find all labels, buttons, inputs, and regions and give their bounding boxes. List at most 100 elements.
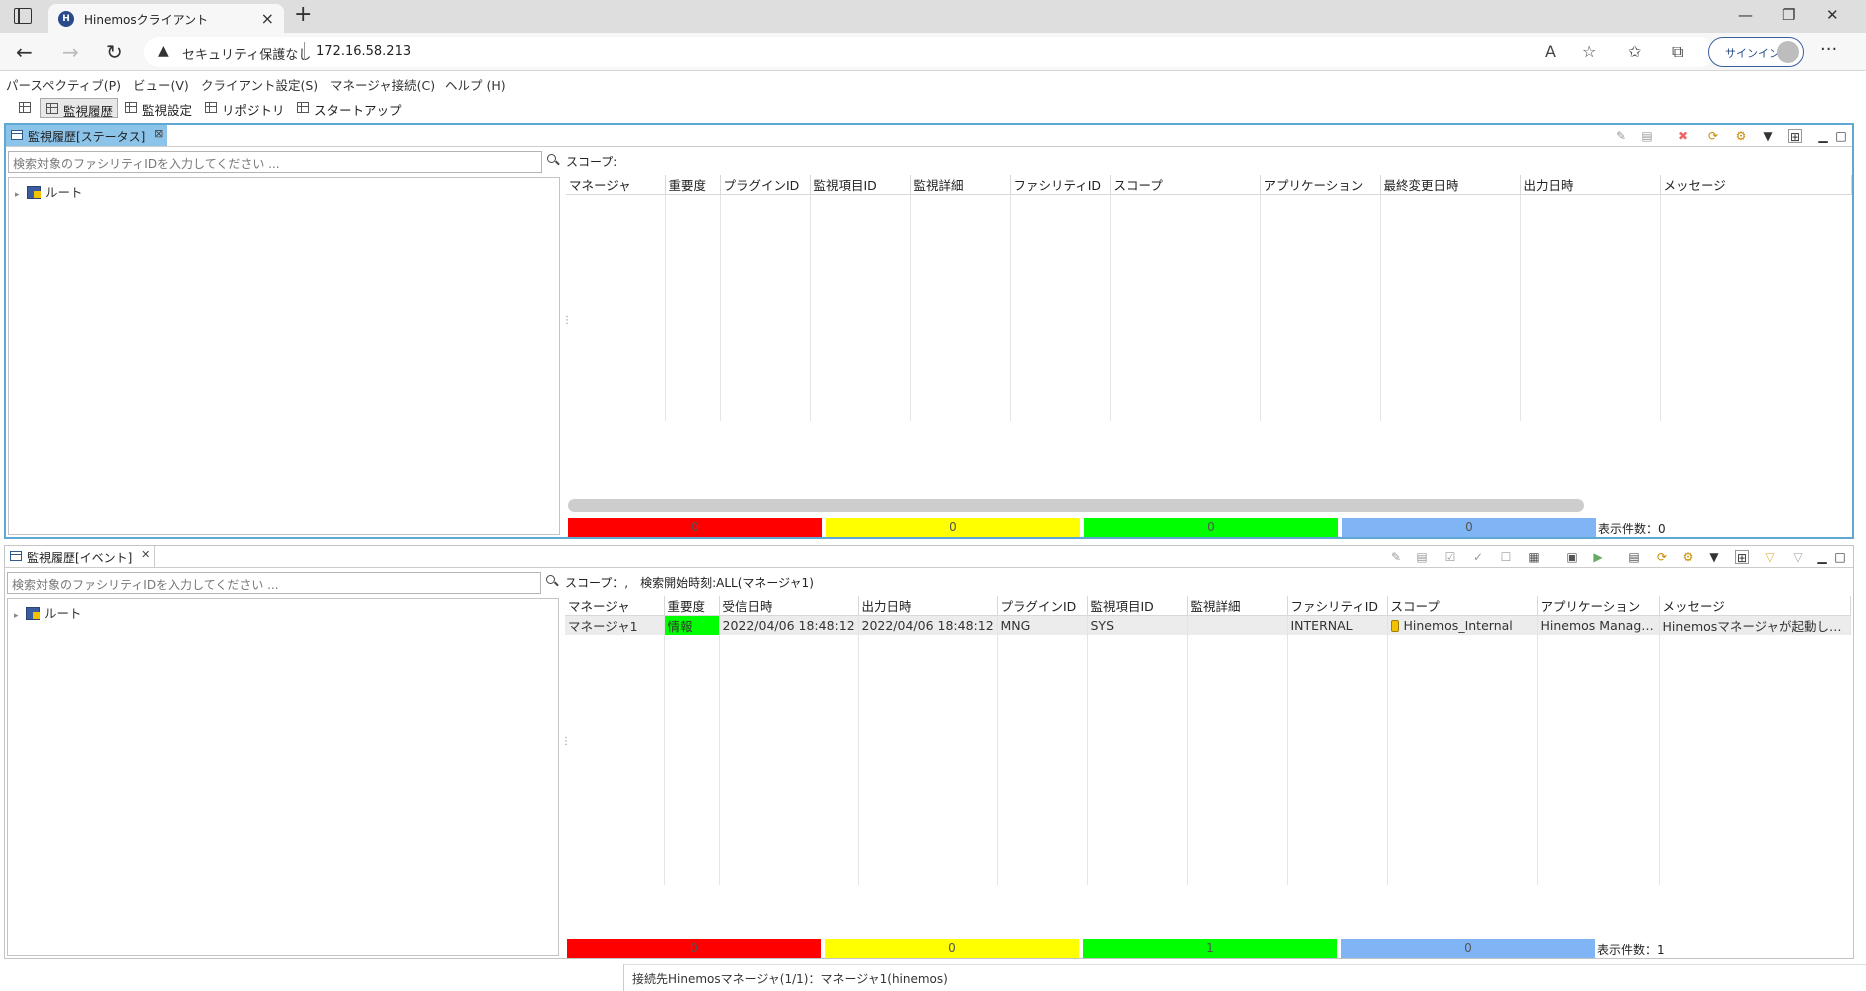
tree-node-root[interactable]: ▸ ルート bbox=[14, 603, 82, 622]
column-header[interactable]: メッセージ bbox=[1659, 596, 1851, 616]
perspective-monitor-history[interactable]: 監視履歴 bbox=[40, 98, 119, 119]
browser-tab-title: Hinemosクライアント bbox=[84, 13, 209, 27]
column-header[interactable]: 重要度 bbox=[665, 175, 721, 195]
column-header[interactable]: 監視項目ID bbox=[1087, 596, 1188, 616]
delete-icon[interactable]: ✖ bbox=[1676, 129, 1690, 143]
security-status[interactable]: セキュリティ保護なし bbox=[182, 44, 311, 63]
scope-tree-toggle-icon[interactable]: ⊞ bbox=[1788, 129, 1802, 144]
refresh-icon[interactable]: ⟳ bbox=[1655, 550, 1669, 564]
expand-arrow-icon[interactable]: ▸ bbox=[14, 611, 24, 621]
column-header[interactable]: スコープ bbox=[1387, 596, 1538, 616]
table-row[interactable]: マネージャ1 情報 2022/04/06 18:48:12 2022/04/06… bbox=[565, 615, 1851, 635]
more-options-icon[interactable]: ··· bbox=[1820, 39, 1837, 60]
expand-arrow-icon[interactable]: ▸ bbox=[15, 190, 25, 200]
maximize-view-icon[interactable]: □ bbox=[1833, 550, 1847, 564]
column-header[interactable]: スコープ bbox=[1110, 175, 1261, 195]
browser-tab[interactable]: H Hinemosクライアント × bbox=[48, 4, 284, 33]
menu-client-settings[interactable]: クライアント設定(S) bbox=[201, 75, 318, 94]
facility-search-input[interactable]: 検索対象のファシリティIDを入力してください ... bbox=[7, 572, 541, 594]
unconfirm-icon[interactable]: ☐ bbox=[1499, 550, 1513, 564]
column-header[interactable]: メッセージ bbox=[1660, 175, 1852, 195]
event-total-count: 表示件数：1 bbox=[1597, 943, 1665, 957]
column-header[interactable]: 出力日時 bbox=[858, 596, 998, 616]
check-icon[interactable]: ✓ bbox=[1471, 550, 1485, 564]
column-header[interactable]: 出力日時 bbox=[1520, 175, 1661, 195]
column-header[interactable]: プラグインID bbox=[720, 175, 811, 195]
column-header[interactable]: アプリケーション bbox=[1537, 596, 1660, 616]
scope-tree[interactable]: ▸ ルート bbox=[8, 177, 560, 535]
search-icon[interactable] bbox=[545, 574, 559, 588]
edit-icon[interactable]: ✎ bbox=[1389, 550, 1403, 564]
collections-icon[interactable]: ⧉ bbox=[1672, 42, 1683, 62]
close-tab-icon[interactable]: × bbox=[261, 9, 274, 28]
filter-icon[interactable]: ▼ bbox=[1761, 129, 1775, 143]
close-window-icon[interactable]: ✕ bbox=[1826, 6, 1839, 24]
auto-refresh-icon[interactable]: ⚙ bbox=[1734, 129, 1748, 143]
restore-window-icon[interactable]: ❐ bbox=[1782, 6, 1795, 24]
facility-search-input[interactable]: 検索対象のファシリティIDを入力してください ... bbox=[8, 151, 542, 173]
column-header[interactable]: ファシリティID bbox=[1010, 175, 1111, 195]
refresh-icon[interactable]: ⟳ bbox=[1706, 129, 1720, 143]
details-icon[interactable]: ▤ bbox=[1640, 129, 1654, 143]
column-header[interactable]: マネージャ bbox=[565, 596, 665, 616]
reload-icon[interactable]: ↻ bbox=[106, 40, 123, 64]
menu-help[interactable]: ヘルプ (H) bbox=[445, 75, 506, 94]
menu-view[interactable]: ビュー(V) bbox=[133, 75, 189, 94]
close-view-icon[interactable]: ⊠ bbox=[154, 127, 163, 140]
perspective-monitor-settings[interactable]: 監視設定 bbox=[120, 98, 196, 118]
event-table[interactable]: マネージャ 重要度 受信日時 出力日時 プラグインID 監視項目ID 監視詳細 … bbox=[565, 596, 1851, 635]
scope-tree[interactable]: ▸ ルート bbox=[7, 598, 559, 956]
column-header[interactable]: 重要度 bbox=[664, 596, 720, 616]
columns-icon[interactable]: ▤ bbox=[1627, 550, 1641, 564]
edit-icon[interactable]: ✎ bbox=[1614, 129, 1628, 143]
maximize-view-icon[interactable]: □ bbox=[1834, 129, 1848, 143]
confirm-icon[interactable]: ☑ bbox=[1443, 550, 1457, 564]
scope-tree-toggle-icon[interactable]: ⊞ bbox=[1735, 550, 1749, 565]
status-view-tab[interactable]: 監視履歴[ステータス] ⊠ bbox=[6, 125, 168, 146]
column-header[interactable]: 監視項目ID bbox=[810, 175, 911, 195]
details-icon[interactable]: ▤ bbox=[1415, 550, 1429, 564]
perspective-repository[interactable]: リポジトリ bbox=[200, 98, 289, 118]
tab-actions-icon[interactable] bbox=[14, 8, 32, 24]
menu-perspective[interactable]: パースペクティブ(P) bbox=[6, 75, 121, 94]
column-header[interactable]: 監視詳細 bbox=[910, 175, 1011, 195]
search-icon[interactable] bbox=[546, 153, 560, 167]
column-header[interactable]: アプリケーション bbox=[1260, 175, 1381, 195]
url-text[interactable]: 172.16.58.213 bbox=[316, 44, 411, 59]
clear-filter-icon[interactable]: ▽ bbox=[1791, 550, 1805, 564]
perspective-startup[interactable]: スタートアップ bbox=[292, 98, 406, 118]
filter-icon[interactable]: ▼ bbox=[1707, 550, 1721, 564]
column-header[interactable]: 受信日時 bbox=[719, 596, 859, 616]
run-icon[interactable]: ▶ bbox=[1591, 550, 1605, 564]
minimize-window-icon[interactable]: — bbox=[1738, 6, 1753, 24]
forward-icon[interactable]: → bbox=[62, 40, 79, 64]
tree-node-root[interactable]: ▸ ルート bbox=[15, 182, 83, 201]
menu-manager-connection[interactable]: マネージャ接続(C) bbox=[330, 75, 435, 94]
status-table[interactable]: マネージャ 重要度 プラグインID 監視項目ID 監視詳細 ファシリティID ス… bbox=[566, 175, 1852, 195]
column-header[interactable]: 最終変更日時 bbox=[1380, 175, 1521, 195]
event-view-tab[interactable]: 監視履歴[イベント] ✕ bbox=[5, 546, 156, 567]
open-perspective-button[interactable] bbox=[14, 98, 38, 118]
bulk-confirm-icon[interactable]: ▦ bbox=[1527, 550, 1541, 564]
minimize-view-icon[interactable]: ▁ bbox=[1815, 550, 1829, 564]
horizontal-scrollbar[interactable] bbox=[568, 499, 1584, 512]
warning-icon[interactable]: ▲ bbox=[158, 43, 169, 59]
sash-handle-icon[interactable]: ⋮ bbox=[561, 736, 571, 747]
column-header[interactable]: プラグインID bbox=[997, 596, 1088, 616]
back-icon[interactable]: ← bbox=[16, 40, 33, 64]
read-aloud-icon[interactable]: A bbox=[1545, 42, 1556, 61]
address-bar[interactable]: ▲ セキュリティ保護なし 172.16.58.213 bbox=[144, 37, 1714, 67]
comment-icon[interactable]: ▣ bbox=[1565, 550, 1579, 564]
sash-handle-icon[interactable]: ⋮ bbox=[562, 315, 572, 326]
filter-settings-icon[interactable]: ▽ bbox=[1763, 550, 1777, 564]
column-header[interactable]: ファシリティID bbox=[1287, 596, 1388, 616]
new-tab-icon[interactable]: + bbox=[294, 2, 312, 27]
auto-refresh-icon[interactable]: ⚙ bbox=[1681, 550, 1695, 564]
column-header[interactable]: 監視詳細 bbox=[1187, 596, 1288, 616]
add-favorite-icon[interactable]: ☆ bbox=[1582, 42, 1596, 61]
minimize-view-icon[interactable]: ▁ bbox=[1816, 129, 1830, 143]
signin-button[interactable]: サインイン bbox=[1708, 37, 1804, 67]
close-view-icon[interactable]: ✕ bbox=[141, 548, 150, 561]
favorites-icon[interactable]: ✩ bbox=[1628, 42, 1641, 61]
column-header[interactable]: マネージャ bbox=[566, 175, 666, 195]
